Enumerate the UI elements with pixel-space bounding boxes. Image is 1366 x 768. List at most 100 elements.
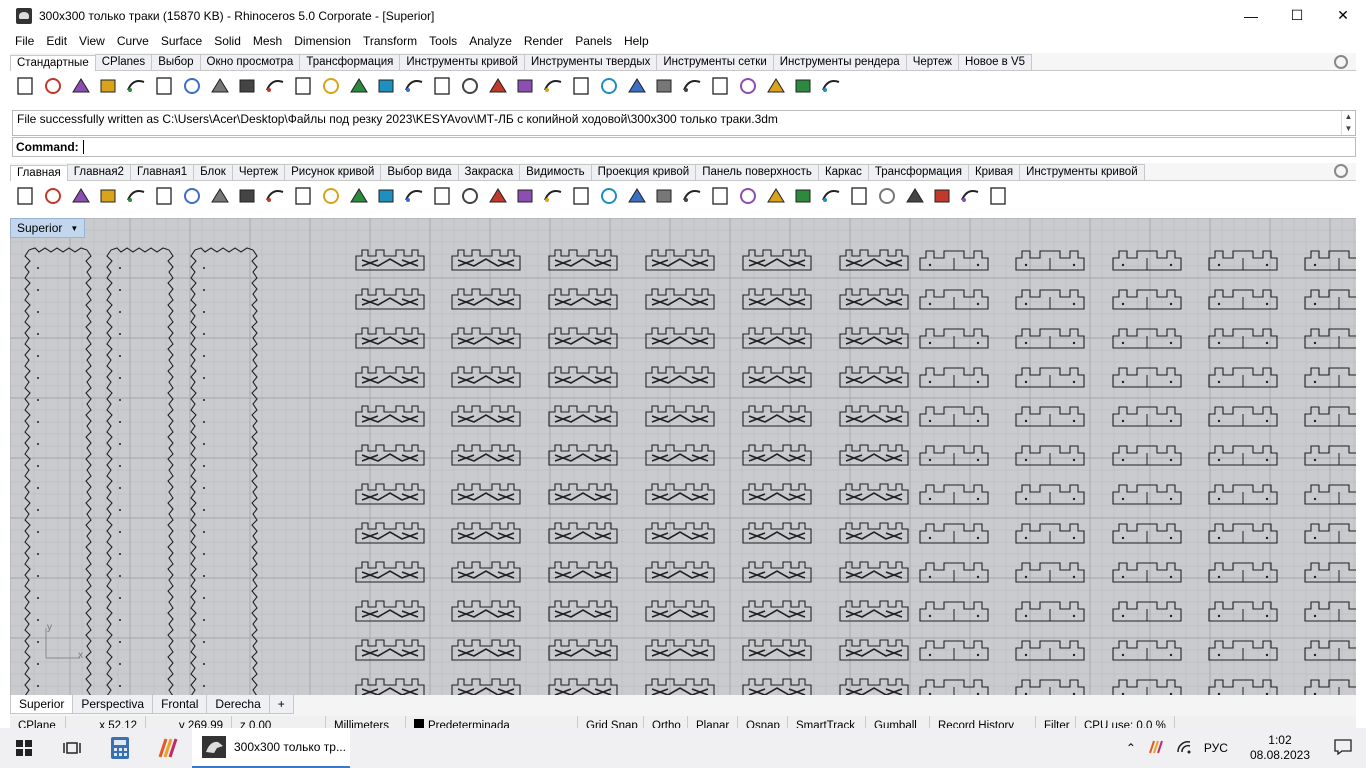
tab-curve[interactable]: Кривая: [967, 164, 1021, 180]
select-icon[interactable]: [14, 185, 36, 207]
tab-view-select[interactable]: Выбор вида: [380, 164, 459, 180]
move-icon[interactable]: [514, 185, 536, 207]
menu-dimension[interactable]: Dimension: [288, 34, 357, 48]
cut-icon[interactable]: [153, 75, 175, 97]
menu-tools[interactable]: Tools: [423, 34, 463, 48]
task-view-button[interactable]: [48, 728, 96, 768]
rectangle-icon[interactable]: [209, 185, 231, 207]
tab-surface-panel[interactable]: Панель поверхность: [695, 164, 819, 180]
menu-edit[interactable]: Edit: [40, 34, 73, 48]
dimension-icon[interactable]: [487, 185, 509, 207]
paste-icon[interactable]: [209, 75, 231, 97]
status-ortho[interactable]: Ortho: [644, 716, 688, 728]
transform-icon[interactable]: [459, 185, 481, 207]
array-grid-icon[interactable]: [848, 185, 870, 207]
menu-solid[interactable]: Solid: [208, 34, 247, 48]
rotate-icon[interactable]: [292, 75, 314, 97]
tab-view-derecha[interactable]: Derecha: [206, 695, 270, 714]
polygon-icon[interactable]: [236, 185, 258, 207]
properties-icon[interactable]: [626, 75, 648, 97]
point-icon[interactable]: [42, 185, 64, 207]
clock[interactable]: 1:02 08.08.2023: [1234, 733, 1326, 763]
tab-drafting[interactable]: Чертеж: [905, 54, 960, 70]
add-view-button[interactable]: +: [268, 695, 294, 714]
pan-icon[interactable]: [264, 75, 286, 97]
menu-transform[interactable]: Transform: [357, 34, 423, 48]
gumball-icon[interactable]: [876, 185, 898, 207]
command-input[interactable]: [82, 140, 84, 154]
grid-icon[interactable]: [820, 185, 842, 207]
viewport-menu-icon[interactable]: ▼: [70, 224, 78, 233]
print-icon[interactable]: [97, 75, 119, 97]
tab-curve-tools[interactable]: Инструменты кривой: [399, 54, 525, 70]
zoom-icon[interactable]: [320, 75, 342, 97]
maximize-button[interactable]: ☐: [1274, 0, 1320, 31]
fillet-icon[interactable]: [264, 185, 286, 207]
command-line[interactable]: Command:: [12, 137, 1356, 157]
status-gumball[interactable]: Gumball: [866, 716, 930, 728]
tab-standard[interactable]: Стандартные: [10, 55, 96, 71]
shade-icon[interactable]: [959, 185, 981, 207]
tab-visibility[interactable]: Видимость: [519, 164, 592, 180]
start-button[interactable]: [0, 728, 48, 768]
status-cplane[interactable]: CPlane: [10, 716, 66, 728]
box-icon[interactable]: [348, 185, 370, 207]
tab-view-frontal[interactable]: Frontal: [152, 695, 208, 714]
settings-icon[interactable]: [765, 75, 787, 97]
new-icon[interactable]: [14, 75, 36, 97]
tab-curve-tools2[interactable]: Инструменты кривой: [1019, 164, 1145, 180]
tab-transform[interactable]: Трансформация: [299, 54, 401, 70]
notifications-icon[interactable]: [1326, 738, 1366, 758]
align-icon[interactable]: [709, 185, 731, 207]
open-icon[interactable]: [42, 75, 64, 97]
tab-main[interactable]: Главная: [10, 165, 68, 181]
tab-view-perspectiva[interactable]: Perspectiva: [72, 695, 154, 714]
circle-icon[interactable]: [125, 185, 147, 207]
tab-select[interactable]: Выбор: [151, 54, 201, 70]
shaded-icon[interactable]: [681, 75, 703, 97]
select-color-icon[interactable]: [598, 75, 620, 97]
tab-curve-projection[interactable]: Проекция кривой: [590, 164, 697, 180]
tab-drafting2[interactable]: Чертеж: [231, 164, 286, 180]
close-button[interactable]: ✕: [1320, 0, 1366, 31]
tab-transformation[interactable]: Трансформация: [867, 164, 969, 180]
tab-new-in-v5[interactable]: Новое в V5: [958, 54, 1033, 70]
tab-viewport[interactable]: Окно просмотра: [199, 54, 301, 70]
material-icon[interactable]: [904, 185, 926, 207]
undo-icon[interactable]: [236, 75, 258, 97]
surface-icon[interactable]: [320, 185, 342, 207]
status-record-history[interactable]: Record History: [930, 716, 1036, 728]
mesh-icon[interactable]: [431, 185, 453, 207]
sphere-icon[interactable]: [737, 75, 759, 97]
zoom-extents-icon[interactable]: [375, 75, 397, 97]
menu-help[interactable]: Help: [618, 34, 655, 48]
status-layer[interactable]: Predeterminada: [406, 716, 578, 728]
array-icon[interactable]: [765, 185, 787, 207]
minimize-button[interactable]: —: [1228, 0, 1274, 31]
language-indicator[interactable]: РУС: [1198, 741, 1234, 755]
menu-view[interactable]: View: [73, 34, 111, 48]
save-icon[interactable]: [70, 75, 92, 97]
status-units[interactable]: Millimeters: [326, 716, 406, 728]
ellipse-icon[interactable]: [153, 185, 175, 207]
tab-cplanes[interactable]: CPlanes: [94, 54, 153, 70]
status-grid-snap[interactable]: Grid Snap: [578, 716, 644, 728]
tab-block[interactable]: Блок: [193, 164, 233, 180]
zoom-selected-icon[interactable]: [403, 75, 425, 97]
tab-solid-tools[interactable]: Инструменты твердых: [523, 54, 658, 70]
chevron-up-icon[interactable]: ⌃: [1120, 741, 1142, 755]
light-icon[interactable]: [709, 75, 731, 97]
menu-analyze[interactable]: Analyze: [463, 34, 518, 48]
tab-main1[interactable]: Главная1: [129, 164, 195, 180]
tab-render-tools[interactable]: Инструменты рендера: [772, 54, 907, 70]
help-icon[interactable]: [820, 75, 842, 97]
command-history-scrollbar[interactable]: ▲ ▼: [1341, 111, 1355, 135]
copy-icon[interactable]: [542, 185, 564, 207]
calculator-taskbar-button[interactable]: [96, 728, 144, 768]
sphere-icon[interactable]: [375, 185, 397, 207]
check-icon[interactable]: [931, 185, 953, 207]
status-filter[interactable]: Filter: [1036, 716, 1076, 728]
tray-app-icon[interactable]: [1142, 739, 1170, 758]
gear-icon[interactable]: [1334, 55, 1348, 69]
menu-mesh[interactable]: Mesh: [247, 34, 288, 48]
